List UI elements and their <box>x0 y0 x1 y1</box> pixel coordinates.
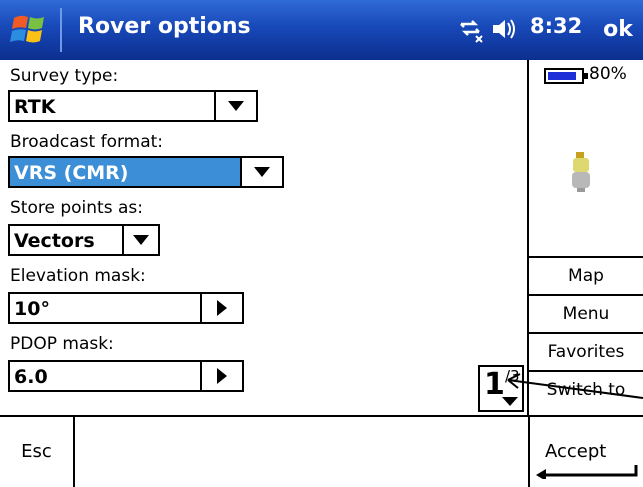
window-title: Rover options <box>78 14 251 39</box>
store-points-label: Store points as: <box>10 198 143 218</box>
elevation-mask-field[interactable]: 10° <box>8 292 244 324</box>
options-form: Survey type: RTK Broadcast format: VRS (… <box>0 60 527 415</box>
survey-type-dropdown[interactable]: RTK <box>8 90 258 122</box>
battery-icon <box>544 68 588 84</box>
bottom-bar: Esc Accept <box>0 415 643 487</box>
survey-type-label: Survey type: <box>10 66 119 86</box>
broadcast-format-dropdown[interactable]: VRS (CMR) <box>8 156 284 188</box>
favorites-button[interactable]: Favorites <box>529 332 643 370</box>
broadcast-format-value: VRS (CMR) <box>14 162 129 184</box>
pdop-mask-value: 6.0 <box>14 366 48 388</box>
page-down-icon <box>502 397 518 406</box>
elevation-mask-label: Elevation mask: <box>10 266 146 286</box>
store-points-value: Vectors <box>14 230 95 252</box>
speaker-icon <box>493 19 515 39</box>
page-indicator[interactable]: 1 /3 <box>478 365 524 412</box>
right-arrow-icon[interactable] <box>200 362 242 390</box>
pdop-mask-field[interactable]: 6.0 <box>8 360 244 392</box>
esc-button[interactable]: Esc <box>0 417 75 487</box>
elevation-mask-value: 10° <box>14 298 50 320</box>
dropdown-arrow-icon[interactable] <box>214 92 256 120</box>
status-icons[interactable] <box>457 12 517 46</box>
page-total: /3 <box>505 367 520 385</box>
survey-type-value: RTK <box>14 96 56 118</box>
menu-button[interactable]: Menu <box>529 294 643 332</box>
clock[interactable]: 8:32 <box>530 14 582 38</box>
dropdown-arrow-icon[interactable] <box>240 158 282 186</box>
windows-start-icon[interactable] <box>8 10 54 50</box>
side-panel: 80% Map Menu Favorites Switch to <box>527 60 643 415</box>
connectivity-icon <box>460 19 515 43</box>
accept-label: Accept <box>545 441 607 462</box>
ok-button[interactable]: ok <box>596 8 640 52</box>
dropdown-arrow-icon[interactable] <box>122 226 158 254</box>
receiver-icon[interactable] <box>569 152 593 196</box>
pdop-mask-label: PDOP mask: <box>10 334 114 354</box>
broadcast-format-label: Broadcast format: <box>10 132 164 152</box>
title-separator <box>60 8 62 52</box>
store-points-dropdown[interactable]: Vectors <box>8 224 160 256</box>
enter-icon <box>536 465 638 479</box>
accept-button[interactable]: Accept <box>528 417 643 487</box>
map-button[interactable]: Map <box>529 256 643 294</box>
battery-percent: 80% <box>589 64 627 84</box>
title-bar: Rover options 8:32 ok <box>0 0 643 60</box>
right-arrow-icon[interactable] <box>200 294 242 322</box>
switch-to-button[interactable]: Switch to <box>529 370 643 415</box>
